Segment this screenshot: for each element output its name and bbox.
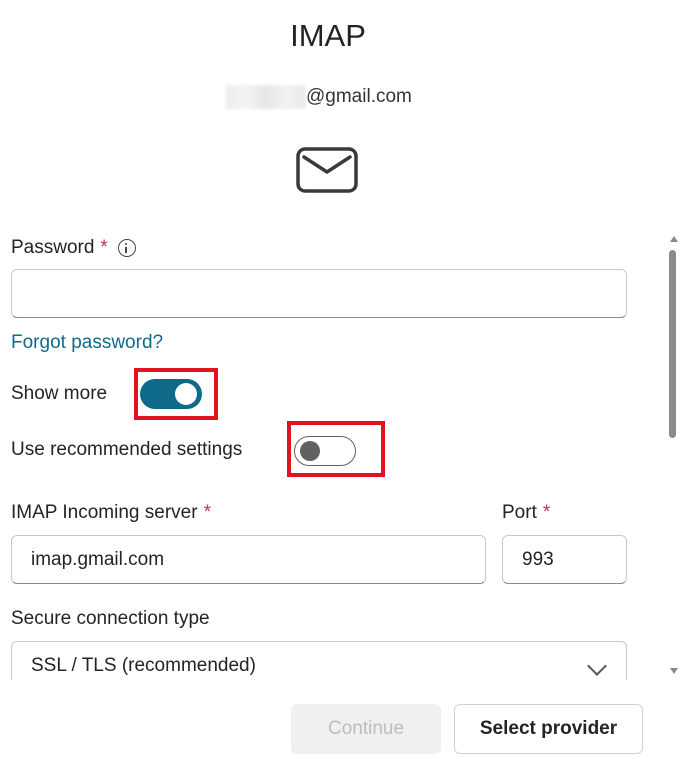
incoming-server-input[interactable]: imap.gmail.com xyxy=(11,535,486,584)
password-label: Password * xyxy=(11,237,136,259)
password-input[interactable] xyxy=(11,269,627,318)
password-label-text: Password xyxy=(11,237,95,258)
page-title: IMAP xyxy=(290,18,366,53)
required-mark: * xyxy=(542,502,551,523)
use-recommended-label: Use recommended settings xyxy=(11,439,243,460)
continue-button[interactable]: Continue xyxy=(291,704,441,754)
scroll-up-arrow-icon[interactable] xyxy=(670,236,678,242)
secure-connection-value: SSL / TLS (recommended) xyxy=(31,654,256,676)
scroll-down-arrow-icon[interactable] xyxy=(670,668,678,674)
chevron-down-icon xyxy=(587,656,607,676)
port-label-text: Port xyxy=(502,502,537,523)
port-input[interactable]: 993 xyxy=(502,535,627,584)
required-mark: * xyxy=(203,502,211,523)
select-provider-button[interactable]: Select provider xyxy=(454,704,643,754)
redacted-email-prefix xyxy=(226,85,306,109)
incoming-server-label: IMAP Incoming server * xyxy=(11,502,211,524)
settings-scroll-area[interactable]: Password * Forgot password? Show more Us… xyxy=(0,224,688,680)
mail-envelope-icon xyxy=(296,147,358,193)
secure-connection-select[interactable]: SSL / TLS (recommended) xyxy=(11,641,627,680)
secure-connection-label: Secure connection type xyxy=(11,608,210,629)
forgot-password-link[interactable]: Forgot password? xyxy=(11,332,163,354)
info-icon[interactable] xyxy=(117,239,136,257)
port-label: Port * xyxy=(502,502,550,524)
show-more-label: Show more xyxy=(11,383,108,404)
scrollbar-thumb[interactable] xyxy=(669,250,676,438)
annotation-highlight-box xyxy=(134,368,218,420)
account-email: @gmail.com xyxy=(226,84,412,110)
incoming-server-label-text: IMAP Incoming server xyxy=(11,502,198,523)
required-mark: * xyxy=(100,237,108,258)
email-domain-text: @gmail.com xyxy=(306,86,412,107)
annotation-highlight-box xyxy=(287,421,385,477)
